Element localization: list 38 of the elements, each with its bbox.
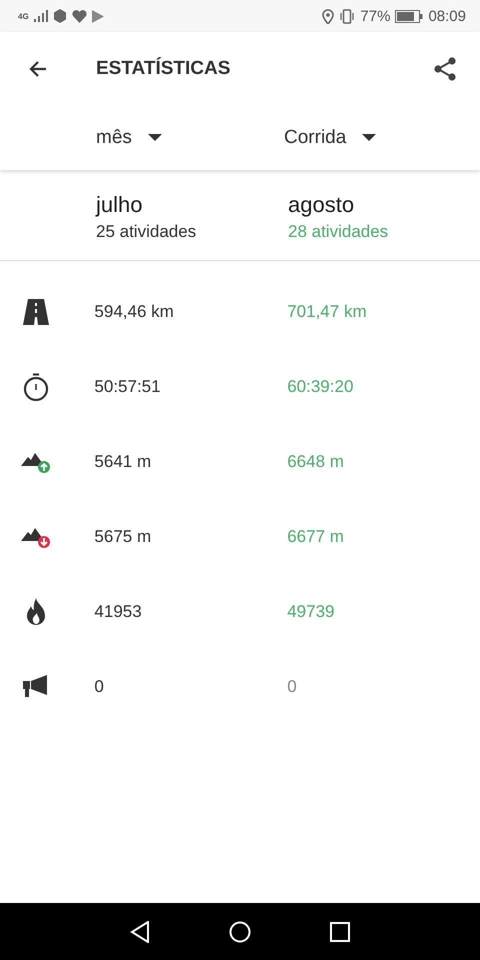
month-label: julho <box>96 192 144 218</box>
previous-value: 5675 m <box>94 526 152 546</box>
heart-icon <box>72 10 87 22</box>
month-label: agosto <box>288 192 356 218</box>
caret-icon <box>148 134 162 142</box>
activity-count: 25 atividades <box>96 222 198 242</box>
signal-icon <box>34 10 48 22</box>
activity-count: 28 atividades <box>288 222 390 242</box>
back-nav-icon[interactable] <box>130 920 150 942</box>
dropdown[interactable]: Corrida <box>284 125 472 151</box>
current-value: 6648 m <box>287 452 345 472</box>
clock: 08:09 <box>428 8 466 24</box>
dropdown[interactable]: mês <box>96 125 284 151</box>
current-value: 701,47 km <box>287 302 368 322</box>
current-value: 6677 m <box>287 526 345 546</box>
battery-percent: 77% <box>360 8 390 24</box>
stopwatch-icon <box>23 372 50 400</box>
location-icon <box>322 8 334 24</box>
shield-icon <box>52 9 67 23</box>
vibrate-icon <box>339 8 356 24</box>
recents-nav-icon[interactable] <box>330 922 350 942</box>
previous-value: 0 <box>94 676 105 696</box>
road-icon <box>23 298 50 324</box>
share-icon <box>432 56 458 82</box>
current-value: 49739 <box>287 602 336 622</box>
battery-icon <box>395 10 424 22</box>
caret-icon <box>362 134 376 142</box>
page-title: ESTATÍSTICAS <box>96 58 232 80</box>
home-nav-icon[interactable] <box>228 920 251 942</box>
previous-value: 594,46 km <box>94 302 175 322</box>
previous-value: 50:57:51 <box>94 376 162 396</box>
previous-value: 5641 m <box>94 452 152 472</box>
megaphone-icon <box>23 674 50 698</box>
network-label: 4G <box>18 12 29 20</box>
current-value: 60:39:20 <box>287 376 354 396</box>
previous-value: 41953 <box>94 602 143 622</box>
current-value: 0 <box>287 676 298 696</box>
play-store-icon <box>92 10 104 22</box>
